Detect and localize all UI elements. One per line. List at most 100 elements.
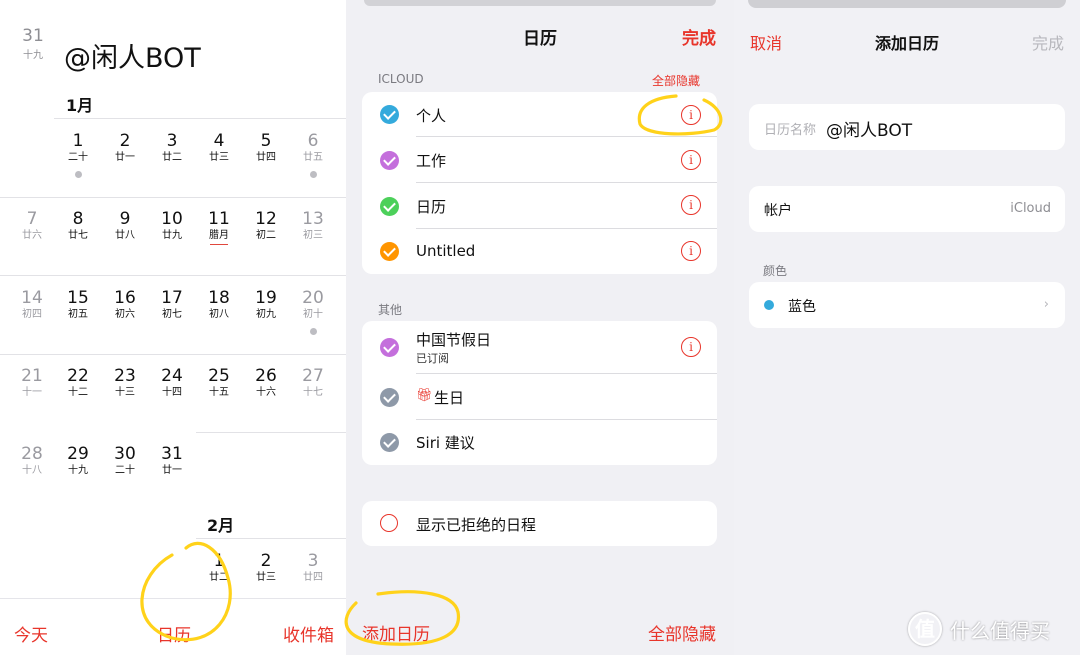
day-cell[interactable]: 14 初四 xyxy=(12,288,52,321)
day-cell[interactable]: 2 廿三 xyxy=(246,551,286,584)
day-cell[interactable]: 1 二十 xyxy=(58,131,98,178)
inbox-button[interactable]: 收件箱 xyxy=(283,621,334,646)
lunar-date: 十五 xyxy=(209,387,229,398)
checkmark-icon[interactable] xyxy=(380,388,399,407)
info-icon[interactable]: i xyxy=(681,241,701,261)
info-icon[interactable]: i xyxy=(681,195,701,215)
today-button[interactable]: 今天 xyxy=(14,621,48,646)
checkmark-icon[interactable] xyxy=(380,242,399,261)
day-cell[interactable]: 30 二十 xyxy=(105,444,145,477)
calendar-name: 日历 xyxy=(416,198,447,216)
day-number: 8 xyxy=(72,209,84,229)
day-cell[interactable]: 25 十五 xyxy=(199,366,239,399)
lunar-date: 廿八 xyxy=(115,230,135,241)
sheet-title: 日历 xyxy=(523,29,557,49)
day-number: 20 xyxy=(302,288,324,308)
info-icon[interactable]: i xyxy=(681,150,701,170)
calendar-row-siri-suggestions[interactable]: Siri 建议 xyxy=(362,420,717,465)
day-cell[interactable]: 27 十七 xyxy=(293,366,333,399)
day-cell[interactable]: 8 廿七 xyxy=(58,209,98,242)
day-cell[interactable]: 9 廿八 xyxy=(105,209,145,242)
info-icon[interactable]: i xyxy=(681,337,701,357)
calendar-row-birthdays[interactable]: 🎁︎ 生日 xyxy=(362,374,717,420)
checkmark-icon[interactable] xyxy=(380,338,399,357)
day-cell[interactable]: 7 廿六 xyxy=(12,209,52,242)
lunar-date: 廿四 xyxy=(303,572,323,583)
checkmark-icon[interactable] xyxy=(380,105,399,124)
day-number: 16 xyxy=(114,288,136,308)
day-cell[interactable]: 23 十三 xyxy=(105,366,145,399)
day-number: 11 xyxy=(208,209,230,229)
day-cell[interactable]: 12 初二 xyxy=(246,209,286,242)
lunar-date: 廿二 xyxy=(209,572,229,583)
lunar-date: 廿九 xyxy=(162,230,182,241)
lunar-month-marker xyxy=(210,244,228,245)
add-calendar-button[interactable]: 添加日历 xyxy=(362,620,430,645)
calendar-row-personal[interactable]: 个人 i xyxy=(362,92,717,137)
day-cell[interactable]: 29 十九 xyxy=(58,444,98,477)
day-cell[interactable]: 10 廿九 xyxy=(152,209,192,242)
day-cell[interactable]: 16 初六 xyxy=(105,288,145,321)
lunar-date: 初二 xyxy=(256,230,276,241)
day-cell[interactable]: 6 廿五 xyxy=(293,131,333,178)
week-divider xyxy=(0,275,346,276)
day-cell[interactable]: 17 初七 xyxy=(152,288,192,321)
previous-day-cell[interactable]: 31 十九 xyxy=(22,26,44,61)
calendar-name-field[interactable]: 日历名称 @闲人BOT xyxy=(749,104,1065,150)
day-cell[interactable]: 28 十八 xyxy=(12,444,52,477)
day-cell[interactable]: 24 十四 xyxy=(152,366,192,399)
account-value: iCloud xyxy=(1010,201,1051,216)
lunar-date: 初五 xyxy=(68,309,88,320)
calendar-row-untitled[interactable]: Untitled i xyxy=(362,229,717,274)
day-cell[interactable]: 22 十二 xyxy=(58,366,98,399)
day-number: 28 xyxy=(21,444,43,464)
day-cell[interactable]: 3 廿四 xyxy=(293,551,333,584)
day-number: 22 xyxy=(67,366,89,386)
day-number: 6 xyxy=(307,131,319,151)
lunar-date: 初九 xyxy=(256,309,276,320)
hide-all-link[interactable]: 全部隐藏 xyxy=(652,72,700,89)
event-dot xyxy=(309,328,317,335)
day-cell[interactable]: 18 初八 xyxy=(199,288,239,321)
account-row[interactable]: 帐户 iCloud xyxy=(749,186,1065,232)
unchecked-circle-icon[interactable] xyxy=(380,514,398,532)
checkmark-icon[interactable] xyxy=(380,197,399,216)
day-cell[interactable]: 15 初五 xyxy=(58,288,98,321)
day-cell[interactable]: 1 廿二 xyxy=(199,551,239,584)
lunar-date: 廿五 xyxy=(303,152,323,163)
month-label-february: 2月 xyxy=(207,516,235,535)
day-cell[interactable]: 11 腊月 xyxy=(199,209,239,245)
day-cell[interactable]: 4 廿三 xyxy=(199,131,239,164)
checkmark-icon[interactable] xyxy=(380,433,399,452)
section-header-other: 其他 xyxy=(378,303,403,317)
calendars-button[interactable]: 日历 xyxy=(157,621,191,646)
show-declined-row[interactable]: 显示已拒绝的日程 xyxy=(362,501,717,546)
calendar-row-calendar[interactable]: 日历 i xyxy=(362,183,717,229)
day-cell[interactable]: 20 初十 xyxy=(293,288,333,335)
day-number: 13 xyxy=(302,209,324,229)
calendar-row-holidays[interactable]: 中国节假日 已订阅 i xyxy=(362,321,717,374)
day-cell[interactable]: 2 廿一 xyxy=(105,131,145,164)
done-button-disabled[interactable]: 完成 xyxy=(1032,30,1064,54)
section-header-icloud: ICLOUD xyxy=(378,72,424,86)
bottom-toolbar: 今天 日历 收件箱 xyxy=(0,598,346,655)
hide-all-button[interactable]: 全部隐藏 xyxy=(648,620,716,645)
day-cell[interactable]: 31 廿一 xyxy=(152,444,192,477)
calendar-name-input[interactable]: @闲人BOT xyxy=(826,116,912,141)
checkmark-icon[interactable] xyxy=(380,151,399,170)
day-cell[interactable]: 19 初九 xyxy=(246,288,286,321)
day-cell[interactable]: 21 十一 xyxy=(12,366,52,399)
day-cell[interactable]: 3 廿二 xyxy=(152,131,192,164)
info-icon[interactable]: i xyxy=(681,105,701,125)
event-dot xyxy=(309,171,317,178)
day-cell[interactable]: 13 初三 xyxy=(293,209,333,242)
done-button[interactable]: 完成 xyxy=(682,24,716,49)
day-number: 1 xyxy=(72,131,84,151)
add-calendar-panel: 取消 添加日历 完成 日历名称 @闲人BOT 帐户 iCloud 颜色 蓝色 › xyxy=(734,0,1080,655)
day-cell[interactable]: 5 廿四 xyxy=(246,131,286,164)
day-number: 26 xyxy=(255,366,277,386)
color-row[interactable]: 蓝色 › xyxy=(749,282,1065,328)
calendar-row-work[interactable]: 工作 i xyxy=(362,137,717,183)
day-cell[interactable]: 26 十六 xyxy=(246,366,286,399)
lunar-date: 廿三 xyxy=(209,152,229,163)
